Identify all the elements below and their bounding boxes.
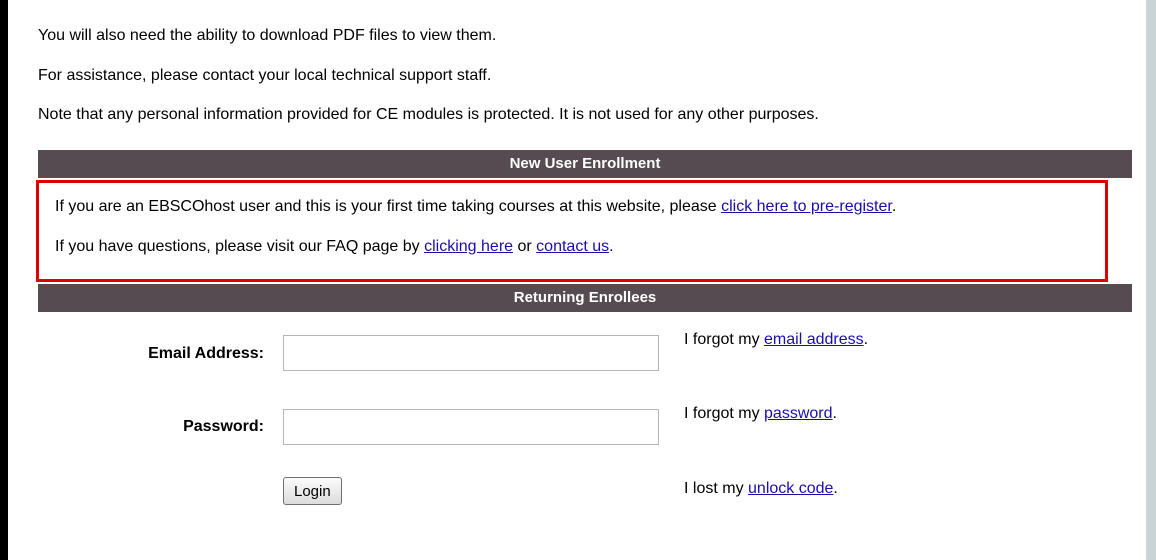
faq-line: If you have questions, please visit our … [55, 238, 614, 256]
new-user-highlight-box: If you are an EBSCOhost user and this is… [36, 180, 1108, 282]
intro-pdf-note: You will also need the ability to downlo… [38, 27, 497, 44]
content-panel: You will also need the ability to downlo… [8, 0, 1146, 560]
faq-text: If you have questions, please visit our … [55, 238, 425, 255]
email-label: Email Address: [148, 345, 264, 362]
forgot-password-text: I forgot my [684, 405, 765, 422]
forgot-email-line: I forgot my email address. [684, 331, 868, 349]
lost-unlock-period: . [833, 480, 838, 497]
forgot-password-period: . [832, 405, 837, 422]
faq-period: . [609, 238, 614, 255]
returning-enrollees-header: Returning Enrollees [38, 284, 1132, 312]
pre-register-text: If you are an EBSCOhost user and this is… [55, 198, 722, 215]
forgot-email-link[interactable]: email address [764, 331, 864, 348]
forgot-password-line: I forgot my password. [684, 405, 837, 423]
forgot-password-link[interactable]: password [764, 405, 832, 422]
forgot-email-period: . [863, 331, 869, 348]
unlock-code-link[interactable]: unlock code [748, 480, 833, 497]
password-label: Password: [183, 418, 264, 435]
pre-register-link[interactable]: click here to pre-register [721, 198, 892, 215]
password-input[interactable] [283, 409, 659, 445]
pre-register-period: . [891, 198, 897, 215]
lost-unlock-line: I lost my unlock code. [684, 480, 838, 498]
intro-privacy-note: Note that any personal information provi… [38, 106, 819, 123]
contact-us-link[interactable]: contact us [536, 238, 609, 255]
faq-or-text: or [513, 238, 537, 255]
new-user-enrollment-header: New User Enrollment [38, 150, 1132, 178]
pre-register-line: If you are an EBSCOhost user and this is… [55, 198, 896, 216]
intro-assistance-note: For assistance, please contact your loca… [38, 67, 492, 84]
email-input[interactable] [283, 335, 659, 371]
window-left-border [0, 0, 8, 560]
faq-link[interactable]: clicking here [424, 238, 513, 255]
login-button[interactable]: Login [283, 477, 342, 505]
forgot-email-text: I forgot my [684, 331, 765, 348]
lost-unlock-text: I lost my [684, 480, 749, 497]
